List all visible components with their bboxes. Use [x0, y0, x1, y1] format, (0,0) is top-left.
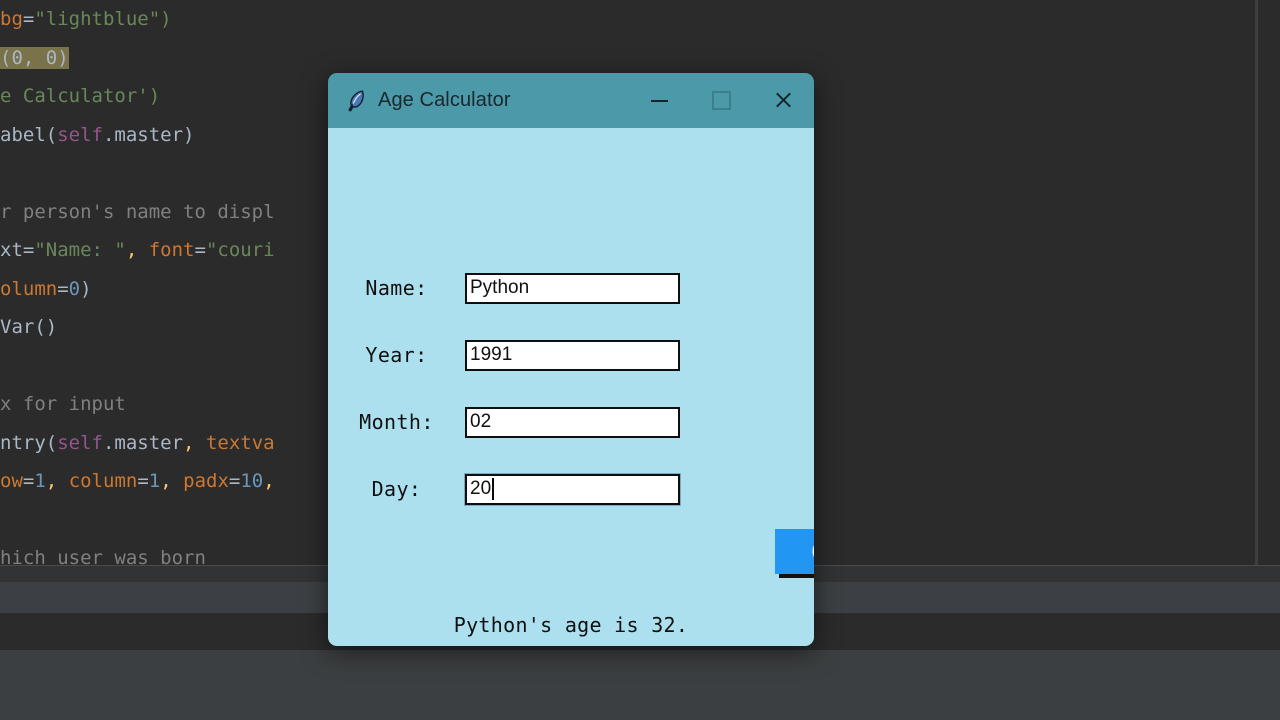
code-token: "lightblue"): [34, 8, 172, 30]
code-token: 0: [68, 277, 81, 300]
status-bar: thon/PycharmProjects/AgeCalculator/main.…: [0, 650, 1280, 720]
calculate-age-button[interactable]: Calculate age: [775, 529, 814, 574]
code-token: ): [80, 277, 92, 300]
window-body: Name: Python Year: 1991 Month: 02 Day: 20 Calcu…: [328, 128, 814, 646]
code-token: "Name: ": [34, 239, 126, 261]
code-token: =: [22, 470, 35, 492]
code-token: font: [148, 239, 195, 261]
result-label: Python's age is 32.: [453, 613, 689, 637]
form-row: Name: Python: [328, 268, 814, 308]
field-value: 20: [470, 478, 492, 499]
code-token: =: [57, 277, 69, 300]
field-value: 1991: [470, 344, 513, 365]
code-token: e Calculator'): [0, 85, 161, 107]
field-label: Year:: [365, 343, 428, 367]
maximize-icon: [711, 91, 731, 110]
window-title: Age Calculator: [378, 89, 511, 111]
code-token: 1: [34, 470, 46, 492]
code-token: abel(: [0, 123, 58, 146]
close-button[interactable]: [752, 73, 814, 128]
name-input[interactable]: Python: [465, 272, 680, 304]
form-row: Month: 02: [328, 402, 814, 442]
code-token: ,: [45, 470, 69, 492]
code-token: =: [194, 239, 206, 261]
code-token: =: [228, 470, 241, 492]
code-token: =: [22, 8, 35, 30]
code-token: textva: [205, 431, 275, 454]
code-token: bg: [0, 8, 23, 30]
form-row: Day: 20: [328, 469, 814, 509]
close-icon: [774, 91, 793, 110]
code-token: column: [68, 470, 138, 492]
minimize-icon: [650, 99, 668, 102]
age-calculator-window[interactable]: Age Calculator Name: Python Year: 1991 Month…: [328, 73, 814, 646]
code-token: 1: [148, 470, 161, 492]
code-token: r person's name to displ: [0, 200, 275, 223]
code-token: xt=: [0, 239, 35, 261]
code-token: padx: [183, 470, 229, 492]
code-token: =: [137, 470, 149, 492]
field-value: 02: [470, 411, 492, 432]
code-line: bg="lightblue"): [0, 0, 1255, 39]
screen-root: bg="lightblue") (0, 0) e Calculator') abel(…: [0, 0, 1280, 720]
maximize-button[interactable]: [690, 73, 752, 128]
code-line: (0, 0): [0, 39, 1255, 78]
field-label: Month:: [359, 410, 434, 434]
editor-right-pane: [1258, 0, 1280, 565]
code-token: "couri: [205, 239, 275, 261]
code-token: .master: [102, 431, 184, 454]
form-row: Year: 1991: [328, 335, 814, 375]
code-token: self: [57, 123, 103, 146]
code-token: self: [57, 431, 103, 454]
code-token: .master): [102, 123, 195, 146]
window-controls: [628, 73, 814, 128]
field-label: Name:: [365, 276, 428, 300]
code-token: ow: [0, 470, 23, 492]
day-input[interactable]: 20: [465, 473, 680, 505]
code-token: ,: [263, 470, 275, 492]
field-value: Python: [470, 277, 530, 298]
code-token: (0, 0): [0, 46, 69, 69]
window-titlebar[interactable]: Age Calculator: [328, 73, 814, 128]
code-token: ntry(: [0, 431, 58, 454]
month-input[interactable]: 02: [465, 406, 680, 438]
code-token: ,: [183, 431, 206, 454]
minimize-button[interactable]: [628, 73, 690, 128]
code-token: 10: [240, 470, 264, 492]
feather-icon: [346, 89, 366, 113]
code-token: ,: [160, 470, 184, 492]
code-token: olumn: [0, 277, 58, 300]
code-token: Var(): [0, 316, 58, 338]
code-token: x for input: [0, 393, 126, 415]
field-label: Day:: [371, 477, 422, 501]
code-token: ,: [125, 239, 149, 261]
year-input[interactable]: 1991: [465, 339, 680, 371]
text-caret: [492, 478, 495, 500]
